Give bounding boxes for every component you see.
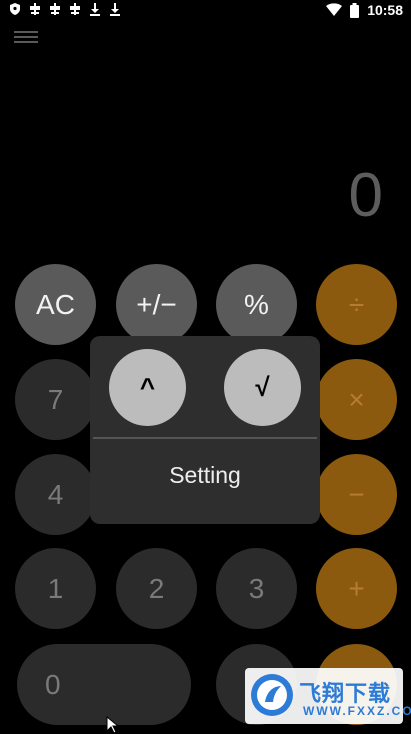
setting-option[interactable]: Setting xyxy=(90,462,320,489)
status-time: 10:58 xyxy=(367,2,403,18)
wifi-icon xyxy=(326,3,343,16)
download-icon xyxy=(110,3,120,16)
plus-button[interactable]: + xyxy=(316,548,397,629)
mouse-cursor-icon xyxy=(106,716,120,734)
digit-4-button[interactable]: 4 xyxy=(15,454,96,535)
battery-icon xyxy=(350,2,360,18)
calculator-display: 0 xyxy=(348,161,383,230)
divide-button[interactable]: ÷ xyxy=(316,264,397,345)
bug-icon xyxy=(70,3,80,15)
status-bar: 10:58 xyxy=(0,0,411,22)
digit-3-button[interactable]: 3 xyxy=(216,548,297,629)
digit-1-button[interactable]: 1 xyxy=(15,548,96,629)
plus-minus-button[interactable]: +/− xyxy=(116,264,197,345)
system-tray: 10:58 xyxy=(326,2,403,18)
bug-icon xyxy=(30,3,40,15)
functions-popup: ^ √ Setting xyxy=(90,336,320,524)
power-button[interactable]: ^ xyxy=(109,349,186,426)
digit-0-button[interactable]: 0 xyxy=(17,644,191,725)
watermark-logo-icon xyxy=(251,674,293,716)
watermark-url: WWW.FXXZ.COM xyxy=(303,704,411,718)
percent-button[interactable]: % xyxy=(216,264,297,345)
download-icon xyxy=(90,3,100,16)
digit-2-button[interactable]: 2 xyxy=(116,548,197,629)
digit-7-button[interactable]: 7 xyxy=(15,359,96,440)
shield-icon xyxy=(10,3,20,15)
minus-button[interactable]: − xyxy=(316,454,397,535)
menu-icon[interactable] xyxy=(14,28,38,46)
multiply-button[interactable]: × xyxy=(316,359,397,440)
bug-icon xyxy=(50,3,60,15)
watermark: 飞翔下载 WWW.FXXZ.COM xyxy=(245,668,411,724)
notification-icons xyxy=(8,2,122,16)
square-root-button[interactable]: √ xyxy=(224,349,301,426)
popup-divider xyxy=(93,437,317,439)
all-clear-button[interactable]: AC xyxy=(15,264,96,345)
